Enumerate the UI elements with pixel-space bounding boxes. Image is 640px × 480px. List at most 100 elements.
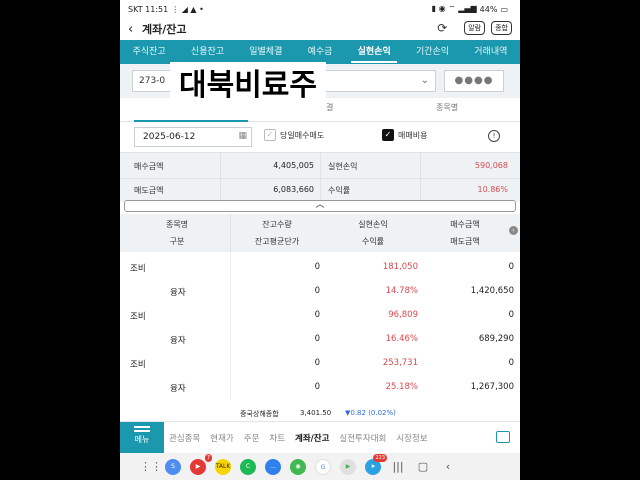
nav-market-info[interactable]: 시장정보 (391, 432, 432, 444)
tab-history[interactable]: 거래내역 (462, 40, 520, 64)
ticker-value: 3,401.50 (300, 409, 332, 417)
table-row[interactable]: 조비 0 253,731 0 (120, 352, 520, 376)
header-realized-pl: 실현손익 (358, 220, 388, 229)
nav-watchlist[interactable]: 관심종목 (164, 432, 205, 444)
header-type: 구분 (169, 237, 185, 246)
divider (120, 178, 520, 179)
same-day-checkbox[interactable]: ✓ 당일매수매도 (264, 129, 324, 141)
chevron-up-icon: ︿ (315, 200, 325, 210)
table-row[interactable]: 융자 0 16.46% 689,290 (120, 328, 520, 352)
nav-order[interactable]: 주문 (239, 432, 265, 444)
tab-credit-balance[interactable]: 신용잔고 (178, 40, 236, 64)
date-input[interactable]: 2025-06-12 ▦ (134, 127, 252, 147)
ticker-name: 중국상해종합 (240, 410, 279, 418)
nav-contest[interactable]: 실전투자대회 (334, 432, 391, 444)
notification-icons: ⋮ ◢ ▲ • (171, 4, 204, 14)
overlay-caption: 대북비료주 (170, 62, 326, 110)
stock-name: 조비 (130, 264, 146, 274)
realized-pl-label: 실현손익 (328, 162, 358, 171)
stock-name: 조비 (130, 360, 146, 370)
back-icon[interactable]: ‹ (440, 460, 456, 473)
table-row[interactable]: 조비 0 181,050 0 (120, 256, 520, 280)
tab-period-pl[interactable]: 기간손익 (403, 40, 461, 64)
sell-amount-label: 매도금액 (134, 186, 164, 195)
return-rate-value: 10.86% (477, 185, 508, 194)
trading-cost-checkbox[interactable]: ✓ 매매비용 (382, 129, 427, 141)
message-icon[interactable]: … (265, 458, 281, 475)
divider (230, 214, 231, 252)
telegram-badge: 223 (373, 453, 387, 462)
chevron-down-icon: ⌄ (420, 75, 429, 86)
table-row[interactable]: 융자 0 25.18% 1,267,300 (120, 376, 520, 400)
tab-realized-pl[interactable]: 실현손익 (345, 40, 403, 64)
sell-amount-value: 689,290 (478, 334, 514, 344)
tab-deposit[interactable]: 예수금 (295, 40, 345, 64)
calendar-icon: ▦ (238, 131, 247, 141)
header-sell-amount: 매도금액 (450, 237, 480, 246)
google-icon[interactable]: G (315, 458, 331, 475)
avg-price-value: 0 (314, 382, 320, 392)
youtube-badge: 7 (204, 453, 212, 462)
wallet-icon[interactable] (496, 431, 510, 443)
home-icon[interactable]: ▢ (415, 460, 431, 473)
avg-price-value: 0 (314, 334, 320, 344)
signal-icons: ▮ ◉ ⌔ ▂▄▆ (431, 4, 477, 13)
alarm-button[interactable]: 알람 (464, 21, 486, 35)
carrier-time: SKT 11:51 (128, 4, 169, 14)
buy-amount-value: 0 (508, 358, 514, 368)
page-title: 계좌/잔고 (142, 23, 187, 36)
stock-name: 조비 (130, 312, 146, 322)
battery-level: 44% (479, 4, 498, 14)
call-app-icon[interactable]: C (240, 458, 256, 475)
sell-amount-value: 1,267,300 (470, 382, 514, 392)
same-day-label: 당일매수매도 (280, 130, 325, 140)
nav-account[interactable]: 계좌/잔고 (290, 432, 334, 444)
play-store-icon[interactable]: ▶ (340, 458, 356, 475)
realized-pl-value: 590,068 (474, 161, 508, 170)
realized-pl-value: 253,731 (382, 358, 418, 368)
checkbox-unchecked-icon: ✓ (264, 129, 276, 141)
summary-panel: 매수금액 4,405,005 매도금액 6,083,660 실현손익 590,0… (120, 152, 520, 202)
sell-amount-value: 6,083,660 (273, 185, 314, 194)
menu-button[interactable]: 메뉴 (120, 421, 164, 454)
game-icon[interactable]: ◉ (290, 458, 306, 475)
recents-icon[interactable]: ||| (390, 460, 406, 473)
nav-chart[interactable]: 차트 (264, 432, 290, 444)
qty-value: 0 (314, 358, 320, 368)
header-buy-amount: 매수금액 (450, 220, 480, 229)
buy-amount-label: 매수금액 (134, 162, 164, 171)
table-row[interactable]: 융자 0 14.78% 1,420,650 (120, 280, 520, 304)
youtube-icon[interactable]: ▶ 7 (190, 453, 212, 475)
ticker-change: ▼0.82 (0.02%) (345, 409, 396, 417)
menu-label: 메뉴 (134, 434, 150, 444)
checkbox-checked-icon: ✓ (382, 129, 394, 141)
table-body[interactable]: 조비 0 181,050 0 융자 0 14.78% 1,420,650 조비 … (120, 252, 520, 400)
summary-button[interactable]: 종합 (491, 21, 512, 35)
back-arrow-icon[interactable]: ‹ (128, 22, 140, 37)
smart-app-icon[interactable]: S (165, 458, 181, 475)
tab-stock-balance[interactable]: 주식잔고 (120, 40, 178, 64)
table-row[interactable]: 조비 0 96,809 0 (120, 304, 520, 328)
status-bar: SKT 11:51 ⋮ ◢ ▲ • ▮ ◉ ⌔ ▂▄▆ 44% ▭ (120, 0, 520, 18)
subtab-middle[interactable]: 결 (326, 102, 333, 113)
telegram-icon[interactable]: ➤ 223 (365, 453, 387, 475)
app-grid-icon[interactable]: ⋮⋮ (140, 460, 162, 473)
header-return-rate: 수익률 (361, 237, 385, 246)
chevron-right-icon[interactable]: › (509, 226, 518, 235)
market-ticker[interactable]: 중국상해종합 3,401.50 ▼0.82 (0.02%) (120, 405, 520, 421)
info-icon[interactable]: ! (488, 130, 500, 142)
type-value: 융자 (170, 288, 186, 298)
password-field[interactable]: ●●●● (444, 70, 504, 92)
title-bar: ‹ 계좌/잔고 ⟳ 알람 종합 (120, 18, 520, 40)
tab-daily-trades[interactable]: 일별체결 (237, 40, 295, 64)
collapse-button[interactable]: ︿ (124, 200, 516, 212)
subtab-by-stock[interactable]: 종목별 (436, 102, 458, 113)
realized-pl-value: 96,809 (388, 310, 418, 320)
kakaotalk-icon[interactable]: TALK (215, 458, 231, 475)
refresh-icon[interactable]: ⟳ (434, 21, 450, 35)
return-rate-value: 25.18% (385, 382, 418, 392)
realized-pl-value: 181,050 (382, 262, 418, 272)
bottom-nav: 메뉴 관심종목 현재가 주문 차트 계좌/잔고 실전투자대회 시장정보 (120, 421, 520, 454)
battery-icon: ▭ (500, 4, 508, 14)
nav-quote[interactable]: 현재가 (205, 432, 238, 444)
